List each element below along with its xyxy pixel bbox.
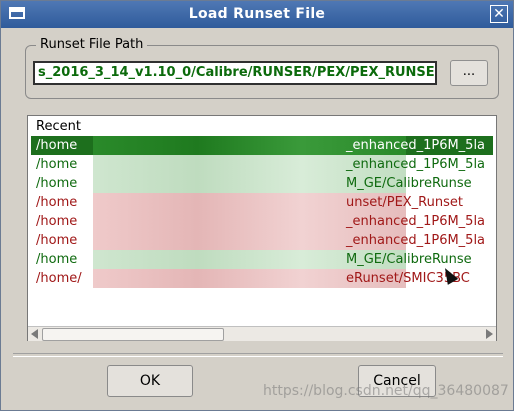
dialog-title: Load Runset File [188,6,326,22]
list-item[interactable]: /home _enhanced_1P6M_5la [31,136,493,155]
list-item[interactable]: /home M_GE/CalibreRunse [31,174,493,193]
scroll-left-icon[interactable] [31,329,38,339]
scrollbar-thumb[interactable] [42,328,224,341]
list-item[interactable]: /home/eRunset/SMIC35BC [31,269,493,288]
runset-file-path-group: Runset File Path s_2016_3_14_v1.10_0/Cal… [25,37,499,99]
watermark: https://blog.csdn.net/qq_36480087 [263,383,509,399]
recent-list-panel: Recent /home _enhanced_1P6M_5la /home _enh… [27,115,497,341]
list-item-path-end: _enhanced_1P6M_5la [346,138,486,153]
list-item[interactable]: /home _enhanced_1P6M_5la [31,155,493,174]
recent-list: /home _enhanced_1P6M_5la /home _enhanced_1… [31,136,493,288]
browse-button[interactable]: ... [450,60,488,86]
scroll-right-icon[interactable] [486,329,493,339]
list-item[interactable]: /home unset/PEX_Runset [31,193,493,212]
list-item-path-start: /home [36,176,78,191]
list-item-path-end: _enhanced_1P6M_5la [346,157,486,172]
list-item-path-start: /home [36,138,78,153]
recent-header: Recent [36,119,81,134]
list-item-path-end: M_GE/CalibreRunse [346,252,472,267]
runset-path-input[interactable]: s_2016_3_14_v1.10_0/Calibre/RUNSER/PEX/P… [33,61,437,85]
divider [13,353,503,357]
list-item[interactable]: /home M_GE/CalibreRunse [31,250,493,269]
list-item[interactable]: /home _enhanced_1P6M_5la [31,212,493,231]
list-item-path-start: /home [36,252,78,267]
group-legend: Runset File Path [36,37,148,52]
list-item-path-end: unset/PEX_Runset [346,195,463,210]
list-item-path-start: /home [36,233,78,248]
load-runset-dialog: Load Runset File ✕ Runset File Path s_20… [0,0,514,411]
close-icon: ✕ [493,6,505,22]
title-bar: Load Runset File ✕ [1,1,513,28]
list-item-path-end: _enhanced_1P6M_5la [346,233,486,248]
list-item-path-end: _enhanced_1P6M_5la [346,214,486,229]
list-item[interactable]: /home _enhanced_1P6M_5la [31,231,493,250]
list-item-path-start: /home [36,157,78,172]
close-button[interactable]: ✕ [490,5,508,23]
list-item-path-start: /home [36,195,78,210]
list-item-path-start: /home [36,214,78,229]
list-item-path-end: M_GE/CalibreRunse [346,176,472,191]
horizontal-scrollbar[interactable] [28,326,496,341]
list-item-path-start: /home/ [36,271,82,286]
ok-button[interactable]: OK [107,365,193,397]
